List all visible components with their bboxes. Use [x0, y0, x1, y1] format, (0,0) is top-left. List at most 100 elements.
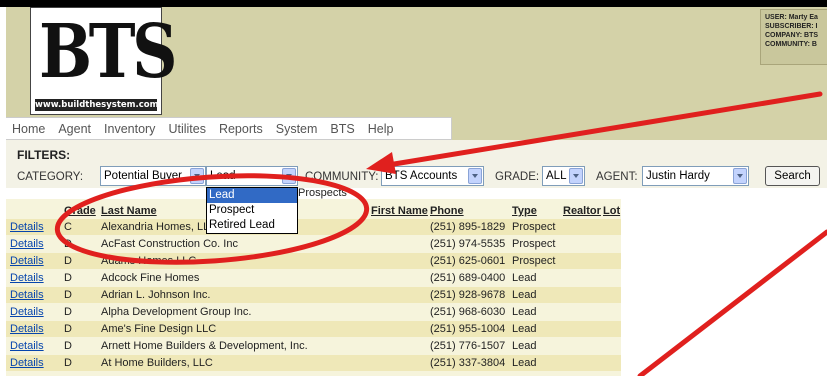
header-type[interactable]: Type	[512, 205, 537, 217]
nav-help[interactable]: Help	[368, 122, 394, 136]
table-row[interactable]: Details D Adcock Fine Homes (251) 689-0400 L…	[6, 270, 621, 286]
table-row[interactable]: Details D AcFast Construction Co. Inc (251)…	[6, 236, 621, 252]
nav-system[interactable]: System	[276, 122, 318, 136]
details-link[interactable]: Details	[10, 289, 44, 301]
row-grade: D	[64, 340, 72, 352]
table-row[interactable]: Details D At Home Builders, LLC (251) 337-3…	[6, 355, 621, 371]
community-line: COMMUNITY: B	[765, 41, 817, 48]
nav-bts[interactable]: BTS	[330, 122, 354, 136]
details-link[interactable]: Details	[10, 221, 44, 233]
header-first-name[interactable]: First Name	[371, 205, 428, 217]
details-link[interactable]: Details	[10, 357, 44, 369]
table-row[interactable]: Details C Alexandria Homes, LLC (251) 895-1…	[6, 219, 621, 235]
user-line: USER: Marty Ea	[765, 14, 818, 21]
row-grade: D	[64, 323, 72, 335]
row-grade: D	[64, 357, 72, 369]
community-select[interactable]: BTS Accounts	[381, 166, 484, 186]
category-label: CATEGORY:	[17, 171, 84, 183]
status-value: Lead	[210, 170, 236, 182]
table-row[interactable]: Details D Adams Homes LLC (251) 625-0601 Pro…	[6, 253, 621, 269]
chevron-down-icon[interactable]	[282, 168, 296, 184]
prospects-subtext: Prospects	[298, 187, 347, 199]
row-last-name: AcFast Construction Co. Inc	[101, 238, 238, 250]
chevron-down-icon[interactable]	[468, 168, 482, 184]
row-last-name: Alexandria Homes, LLC	[101, 221, 218, 233]
header-phone[interactable]: Phone	[430, 205, 464, 217]
search-button[interactable]: Search	[765, 166, 820, 186]
header-grade[interactable]: Grade	[64, 205, 96, 217]
chevron-down-icon[interactable]	[190, 168, 204, 184]
chevron-down-icon[interactable]	[733, 168, 747, 184]
details-link[interactable]: Details	[10, 306, 44, 318]
row-phone: (251) 625-0601	[430, 255, 506, 267]
status-select[interactable]: Lead	[206, 166, 298, 186]
grade-select[interactable]: ALL	[542, 166, 585, 186]
nav-home[interactable]: Home	[12, 122, 45, 136]
details-link[interactable]: Details	[10, 323, 44, 335]
row-grade: D	[64, 289, 72, 301]
row-last-name: Adrian L. Johnson Inc.	[101, 289, 211, 301]
row-grade: D	[64, 238, 72, 250]
logo-letters: BTS	[39, 9, 178, 95]
details-link[interactable]: Details	[10, 255, 44, 267]
grade-value: ALL	[546, 170, 567, 182]
row-type: Prospect	[512, 221, 556, 233]
dropdown-option-prospect[interactable]: Prospect	[207, 203, 297, 218]
nav-agent[interactable]: Agent	[58, 122, 91, 136]
row-phone: (251) 895-1829	[430, 221, 506, 233]
row-grade: D	[64, 306, 72, 318]
status-dropdown-list: Lead Prospect Retired Lead	[206, 187, 298, 234]
header-last-name[interactable]: Last Name	[101, 205, 157, 217]
details-link[interactable]: Details	[10, 238, 44, 250]
header-banner: BTS www.buildthesystem.com USER: Marty E…	[6, 7, 827, 117]
row-grade: D	[64, 255, 72, 267]
row-grade: C	[64, 221, 72, 233]
row-type: Lead	[512, 289, 537, 301]
row-type: Lead	[512, 357, 537, 369]
nav-utilites[interactable]: Utilites	[168, 122, 206, 136]
row-phone: (251) 974-5535	[430, 238, 506, 250]
row-phone: (251) 968-6030	[430, 306, 506, 318]
dropdown-option-retired-lead[interactable]: Retired Lead	[207, 218, 297, 233]
dropdown-option-lead[interactable]: Lead	[207, 188, 297, 203]
agent-select[interactable]: Justin Hardy	[642, 166, 749, 186]
row-last-name: At Home Builders, LLC	[101, 357, 213, 369]
nav-inventory[interactable]: Inventory	[104, 122, 155, 136]
row-type: Prospect	[512, 255, 556, 267]
top-black-bar	[0, 0, 827, 7]
row-type: Lead	[512, 340, 537, 352]
row-last-name: Adcock Fine Homes	[101, 272, 200, 284]
row-last-name: Alpha Development Group Inc.	[101, 306, 252, 318]
row-phone: (251) 955-1004	[430, 323, 506, 335]
table-row[interactable]: Details D Alpha Development Group Inc. (251…	[6, 304, 621, 320]
row-type: Lead	[512, 272, 537, 284]
table-row[interactable]: Details D Adrian L. Johnson Inc. (251) 928-…	[6, 287, 621, 303]
logo-url: www.buildthesystem.com	[35, 99, 159, 111]
main-nav: Home Agent Inventory Utilites Reports Sy…	[6, 117, 452, 140]
row-phone: (251) 337-3804	[430, 357, 506, 369]
table-row[interactable]: Details D Arnett Home Builders & Developme…	[6, 338, 621, 354]
subscriber-line: SUBSCRIBER: I	[765, 23, 818, 30]
chevron-down-icon[interactable]	[569, 168, 583, 184]
row-grade: D	[64, 272, 72, 284]
table-row[interactable]: Details D Ame's Fine Design LLC (251) 955-1…	[6, 321, 621, 337]
details-link[interactable]: Details	[10, 340, 44, 352]
grade-label: GRADE:	[495, 171, 540, 183]
row-type: Lead	[512, 306, 537, 318]
row-phone: (251) 689-0400	[430, 272, 506, 284]
agent-value: Justin Hardy	[646, 170, 710, 182]
app-page: BTS www.buildthesystem.com USER: Marty E…	[0, 0, 827, 376]
row-last-name: Ame's Fine Design LLC	[101, 323, 217, 335]
category-select[interactable]: Potential Buyer	[100, 166, 206, 186]
details-link[interactable]: Details	[10, 272, 44, 284]
nav-reports[interactable]: Reports	[219, 122, 263, 136]
filters-title: FILTERS:	[17, 148, 71, 162]
arrow-lower-line	[637, 229, 827, 376]
nav-fill	[452, 117, 827, 140]
row-last-name: Adams Homes LLC	[101, 255, 197, 267]
header-realtor[interactable]: Realtor	[563, 205, 601, 217]
community-value: BTS Accounts	[385, 170, 458, 182]
row-phone: (251) 776-1507	[430, 340, 506, 352]
bts-logo[interactable]: BTS www.buildthesystem.com	[30, 7, 178, 115]
header-lot[interactable]: Lot	[603, 205, 620, 217]
